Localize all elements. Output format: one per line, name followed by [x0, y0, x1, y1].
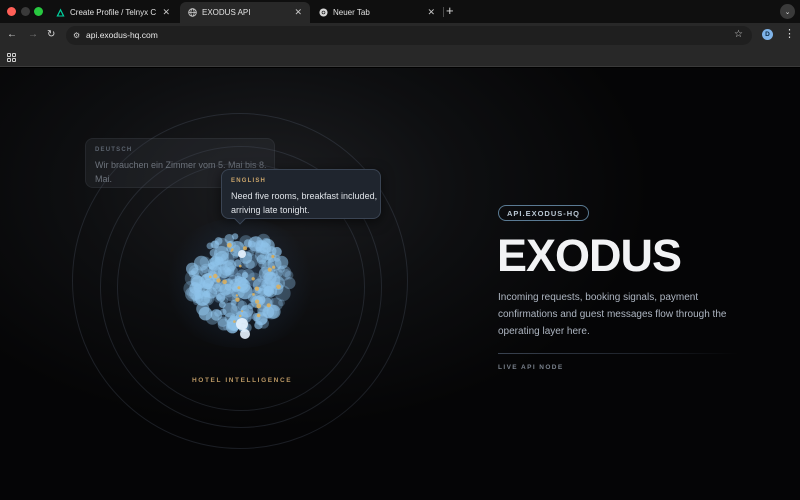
orb-spark [233, 320, 236, 323]
orb-particle [284, 270, 294, 280]
live-node-label: LIVE API NODE [498, 364, 564, 371]
orb-particle [187, 287, 200, 300]
tab-create-profile[interactable]: Create Profile / Telnyx Custo ✕ [48, 2, 178, 23]
orb-spark [272, 265, 276, 269]
orb-spark [256, 313, 261, 318]
browser-toolbar: ← → ↻ ⚙ api.exodus-hq.com ☆ [0, 23, 800, 48]
orb-highlight [240, 329, 250, 339]
orb-spark [237, 286, 241, 290]
orb-spark [254, 286, 260, 291]
url-text[interactable]: api.exodus-hq.com [86, 30, 158, 40]
orb-spark [276, 284, 281, 290]
orb-spark [216, 278, 221, 283]
telnyx-logo-icon [56, 8, 65, 17]
orb-spark [266, 303, 271, 308]
orb-highlight [236, 318, 248, 330]
tab-title: EXODUS API [202, 8, 251, 17]
orb-spark [241, 310, 244, 313]
orb-spark [255, 299, 260, 304]
orb-particle [242, 272, 249, 279]
orb-spark [239, 264, 242, 268]
orb-particle [203, 295, 213, 304]
bubble-message-text: Need five rooms, breakfast included, arr… [231, 191, 378, 215]
orb-spark [271, 254, 275, 259]
forward-button[interactable]: → [28, 29, 38, 41]
orb-spark [267, 267, 272, 272]
tab-neuer-tab[interactable]: Neuer Tab ✕ [311, 2, 443, 23]
close-icon[interactable]: ✕ [294, 7, 302, 18]
orb-spark [243, 246, 247, 251]
close-icon[interactable]: ✕ [427, 7, 435, 18]
orb-highlight [238, 250, 246, 258]
orb-particle [212, 283, 221, 292]
orb-spark [230, 249, 233, 252]
orb-spark [235, 297, 240, 302]
profile-avatar[interactable]: D [762, 29, 773, 40]
orb-spark [252, 293, 255, 296]
orb-spark [251, 277, 255, 281]
chevron-down-icon: ⌄ [784, 8, 791, 16]
chrome-logo-icon [319, 8, 328, 17]
tab-title: Neuer Tab [333, 8, 370, 17]
orb-particle [269, 297, 283, 311]
section-divider [498, 353, 738, 354]
tab-separator [443, 7, 444, 17]
reload-button[interactable]: ↻ [47, 29, 55, 41]
page-content: DEUTSCH Wir brauchen ein Zimmer vom 5. M… [0, 68, 800, 500]
apps-grid-icon[interactable] [7, 53, 16, 62]
orb-spark [213, 273, 218, 279]
message-bubble-english: ENGLISH Need five rooms, breakfast inclu… [221, 169, 381, 225]
orb-particle [277, 265, 285, 273]
arrow-left-icon: ← [7, 29, 17, 40]
orb-spark [238, 314, 242, 318]
reload-icon: ↻ [47, 29, 56, 40]
particle-orb [183, 233, 296, 339]
browser-menu-icon[interactable]: ⋮ [784, 27, 795, 40]
arrow-right-icon: → [28, 29, 38, 40]
orb-particle [206, 242, 214, 250]
orb-spark [222, 279, 227, 285]
tab-exodus-api[interactable]: EXODUS API ✕ [180, 2, 310, 23]
tab-title: Create Profile / Telnyx Custo [70, 8, 157, 17]
orb-particle [261, 256, 271, 267]
window-close-button[interactable] [7, 7, 16, 16]
bubble-language-label: DEUTSCH [95, 147, 133, 153]
tab-strip: Create Profile / Telnyx Custo ✕ EXODUS A… [0, 0, 800, 23]
bubble-language-label: ENGLISH [231, 178, 267, 184]
globe-icon [188, 8, 197, 17]
back-button[interactable]: ← [7, 29, 17, 41]
orb-spark [256, 303, 262, 309]
new-tab-button[interactable]: + [446, 4, 454, 18]
orb-particle [205, 311, 220, 325]
address-bar[interactable]: ⚙ api.exodus-hq.com ☆ [66, 26, 752, 45]
orb-particle [219, 308, 227, 316]
orb-particle [223, 266, 230, 273]
site-settings-icon[interactable]: ⚙ [73, 31, 80, 40]
orb-spark [227, 242, 232, 248]
orb-particle [191, 267, 200, 277]
bookmarks-bar [0, 48, 800, 67]
orb-spark [209, 275, 212, 279]
orb-particle [273, 255, 281, 262]
api-badge: API.EXODUS-HQ [498, 205, 590, 221]
window-minimize-button[interactable] [21, 7, 30, 16]
orb-particle [231, 233, 239, 240]
bookmark-star-icon[interactable]: ☆ [734, 29, 743, 40]
window-zoom-button[interactable] [34, 7, 43, 16]
page-title: EXODUS [497, 230, 682, 281]
page-description: Incoming requests, booking signals, paym… [498, 292, 727, 337]
close-icon[interactable]: ✕ [162, 7, 170, 18]
orb-spark [235, 294, 239, 297]
orb-caption: HOTEL INTELLIGENCE [192, 377, 293, 384]
orb-particle [248, 236, 264, 252]
tab-search-button[interactable]: ⌄ [780, 4, 795, 19]
